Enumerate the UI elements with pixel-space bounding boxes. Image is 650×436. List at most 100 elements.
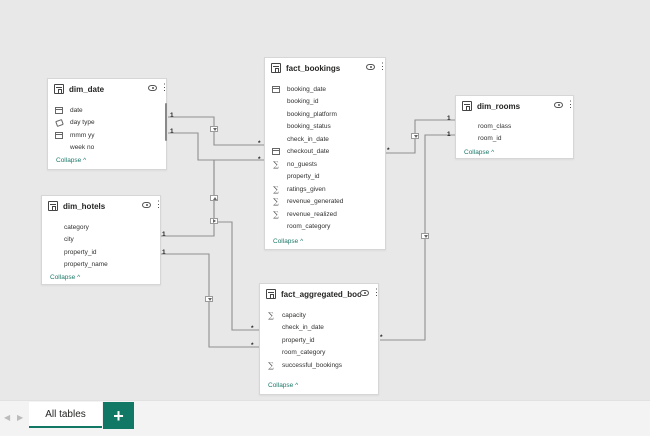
table-header[interactable]: fact_aggregated_boo... ⋮	[260, 284, 381, 304]
collapse-link[interactable]: Collapse ^	[273, 238, 303, 245]
eye-icon[interactable]	[360, 290, 369, 296]
table-header[interactable]: dim_hotels ⋮	[42, 196, 163, 216]
field-row[interactable]: ∑ successful_bookings	[260, 359, 378, 372]
filter-direction-icon[interactable]	[210, 126, 218, 132]
collapse-link[interactable]: Collapse ^	[464, 149, 494, 156]
field-row[interactable]: property_id	[42, 246, 160, 259]
cardinality-many: *	[380, 334, 383, 341]
field-name: property_id	[64, 248, 97, 256]
cardinality-one: 1	[447, 115, 451, 122]
field-name: room_class	[478, 122, 512, 130]
table-card-dim-rooms[interactable]: dim_rooms ⋮ room_class room_id Collapse …	[455, 95, 575, 159]
rel-line-rooms-bookings	[386, 119, 455, 154]
field-row[interactable]: ∑ ratings_given	[265, 183, 385, 196]
field-row[interactable]: property_id	[265, 171, 385, 184]
sigma-icon: ∑	[273, 197, 279, 207]
sigma-icon: ∑	[273, 184, 279, 194]
field-row[interactable]: week no	[48, 142, 166, 155]
field-row[interactable]: check_in_date	[265, 133, 385, 146]
table-card-fact-aggregated-bookings[interactable]: fact_aggregated_boo... ⋮ ∑ capacity check…	[259, 283, 381, 395]
more-options-icon[interactable]: ⋮	[378, 61, 387, 71]
eye-icon[interactable]	[142, 202, 151, 208]
field-name: day type	[70, 119, 95, 127]
cardinality-many: *	[251, 325, 254, 332]
more-options-icon[interactable]: ⋮	[566, 99, 575, 109]
field-row[interactable]: mmm yy	[48, 129, 166, 142]
field-name: successful_bookings	[282, 361, 342, 369]
field-row[interactable]: checkout_date	[265, 146, 385, 159]
cardinality-one: 1	[170, 128, 174, 135]
table-icon	[271, 63, 281, 73]
table-title: dim_date	[69, 84, 105, 94]
field-row[interactable]: ∑ revenue_generated	[265, 196, 385, 209]
field-row[interactable]: room_class	[456, 120, 573, 133]
eye-icon[interactable]	[148, 85, 157, 91]
field-name: ratings_given	[287, 185, 326, 193]
table-header[interactable]: dim_date ⋮	[48, 79, 169, 99]
filter-direction-icon[interactable]	[210, 218, 218, 224]
field-row[interactable]: property_name	[42, 259, 160, 272]
add-layout-button[interactable]: +	[103, 402, 134, 429]
model-canvas[interactable]: 1 1 * * 1 1 * * * 1 1 * dim_date ⋮ date …	[0, 0, 650, 400]
field-name: revenue_realized	[287, 210, 337, 218]
table-icon	[54, 84, 64, 94]
more-options-icon[interactable]: ⋮	[154, 199, 163, 209]
cardinality-one: 1	[162, 231, 166, 238]
field-name: checkout_date	[287, 148, 330, 156]
scrollbar[interactable]	[165, 103, 167, 141]
table-header[interactable]: fact_bookings ⋮	[265, 58, 387, 78]
field-name: mmm yy	[70, 131, 95, 139]
filter-direction-icon[interactable]	[210, 195, 218, 201]
field-row[interactable]: room_category	[265, 221, 385, 234]
tab-all-tables[interactable]: All tables	[29, 402, 102, 428]
cardinality-many: *	[251, 342, 254, 349]
scroll-right-icon[interactable]: ▶	[17, 413, 23, 422]
more-options-icon[interactable]: ⋮	[160, 82, 169, 92]
field-row[interactable]: city	[42, 234, 160, 247]
cardinality-many: *	[258, 140, 261, 147]
field-name: room_category	[287, 223, 331, 231]
table-card-dim-hotels[interactable]: dim_hotels ⋮ category city property_id p…	[41, 195, 163, 285]
field-name: booking_date	[287, 85, 327, 93]
field-row[interactable]: booking_platform	[265, 108, 385, 121]
eye-icon[interactable]	[366, 64, 375, 70]
field-row[interactable]: ∑ no_guests	[265, 158, 385, 171]
field-row[interactable]: day type	[48, 117, 166, 130]
table-header[interactable]: dim_rooms ⋮	[456, 96, 575, 116]
field-row[interactable]: booking_date	[265, 83, 385, 96]
collapse-link[interactable]: Collapse ^	[268, 382, 298, 389]
collapse-link[interactable]: Collapse ^	[56, 157, 86, 164]
field-row[interactable]: date	[48, 104, 166, 117]
table-card-fact-bookings[interactable]: fact_bookings ⋮ booking_date booking_id …	[264, 57, 387, 250]
field-name: no_guests	[287, 160, 317, 168]
field-row[interactable]: ∑ capacity	[260, 309, 378, 322]
field-row[interactable]: room_id	[456, 133, 573, 146]
table-title: fact_bookings	[286, 63, 341, 73]
field-row[interactable]: property_id	[260, 334, 378, 347]
field-row[interactable]: booking_status	[265, 121, 385, 134]
field-row[interactable]: ∑ revenue_realized	[265, 208, 385, 221]
bottom-tab-bar: ◀ ▶ All tables +	[0, 400, 650, 436]
eye-icon[interactable]	[554, 102, 563, 108]
cardinality-many: *	[258, 156, 261, 163]
collapse-link[interactable]: Collapse ^	[50, 274, 80, 281]
field-row[interactable]: room_category	[260, 347, 378, 360]
field-name: capacity	[282, 311, 306, 319]
scroll-left-icon[interactable]: ◀	[4, 413, 10, 422]
field-row[interactable]: category	[42, 221, 160, 234]
field-name: week no	[70, 144, 95, 152]
filter-direction-icon[interactable]	[205, 296, 213, 302]
field-row[interactable]: check_in_date	[260, 322, 378, 335]
field-name: category	[64, 223, 89, 231]
field-name: property_name	[64, 261, 108, 269]
table-title: dim_rooms	[477, 101, 521, 111]
sigma-icon: ∑	[273, 159, 279, 169]
table-card-dim-date[interactable]: dim_date ⋮ date day type mmm yy week no …	[47, 78, 169, 170]
field-name: city	[64, 236, 74, 244]
filter-direction-icon[interactable]	[411, 133, 419, 139]
filter-direction-icon[interactable]	[421, 233, 429, 239]
table-icon	[462, 101, 472, 111]
field-row[interactable]: booking_id	[265, 96, 385, 109]
more-options-icon[interactable]: ⋮	[372, 287, 381, 297]
sigma-icon: ∑	[273, 209, 279, 219]
